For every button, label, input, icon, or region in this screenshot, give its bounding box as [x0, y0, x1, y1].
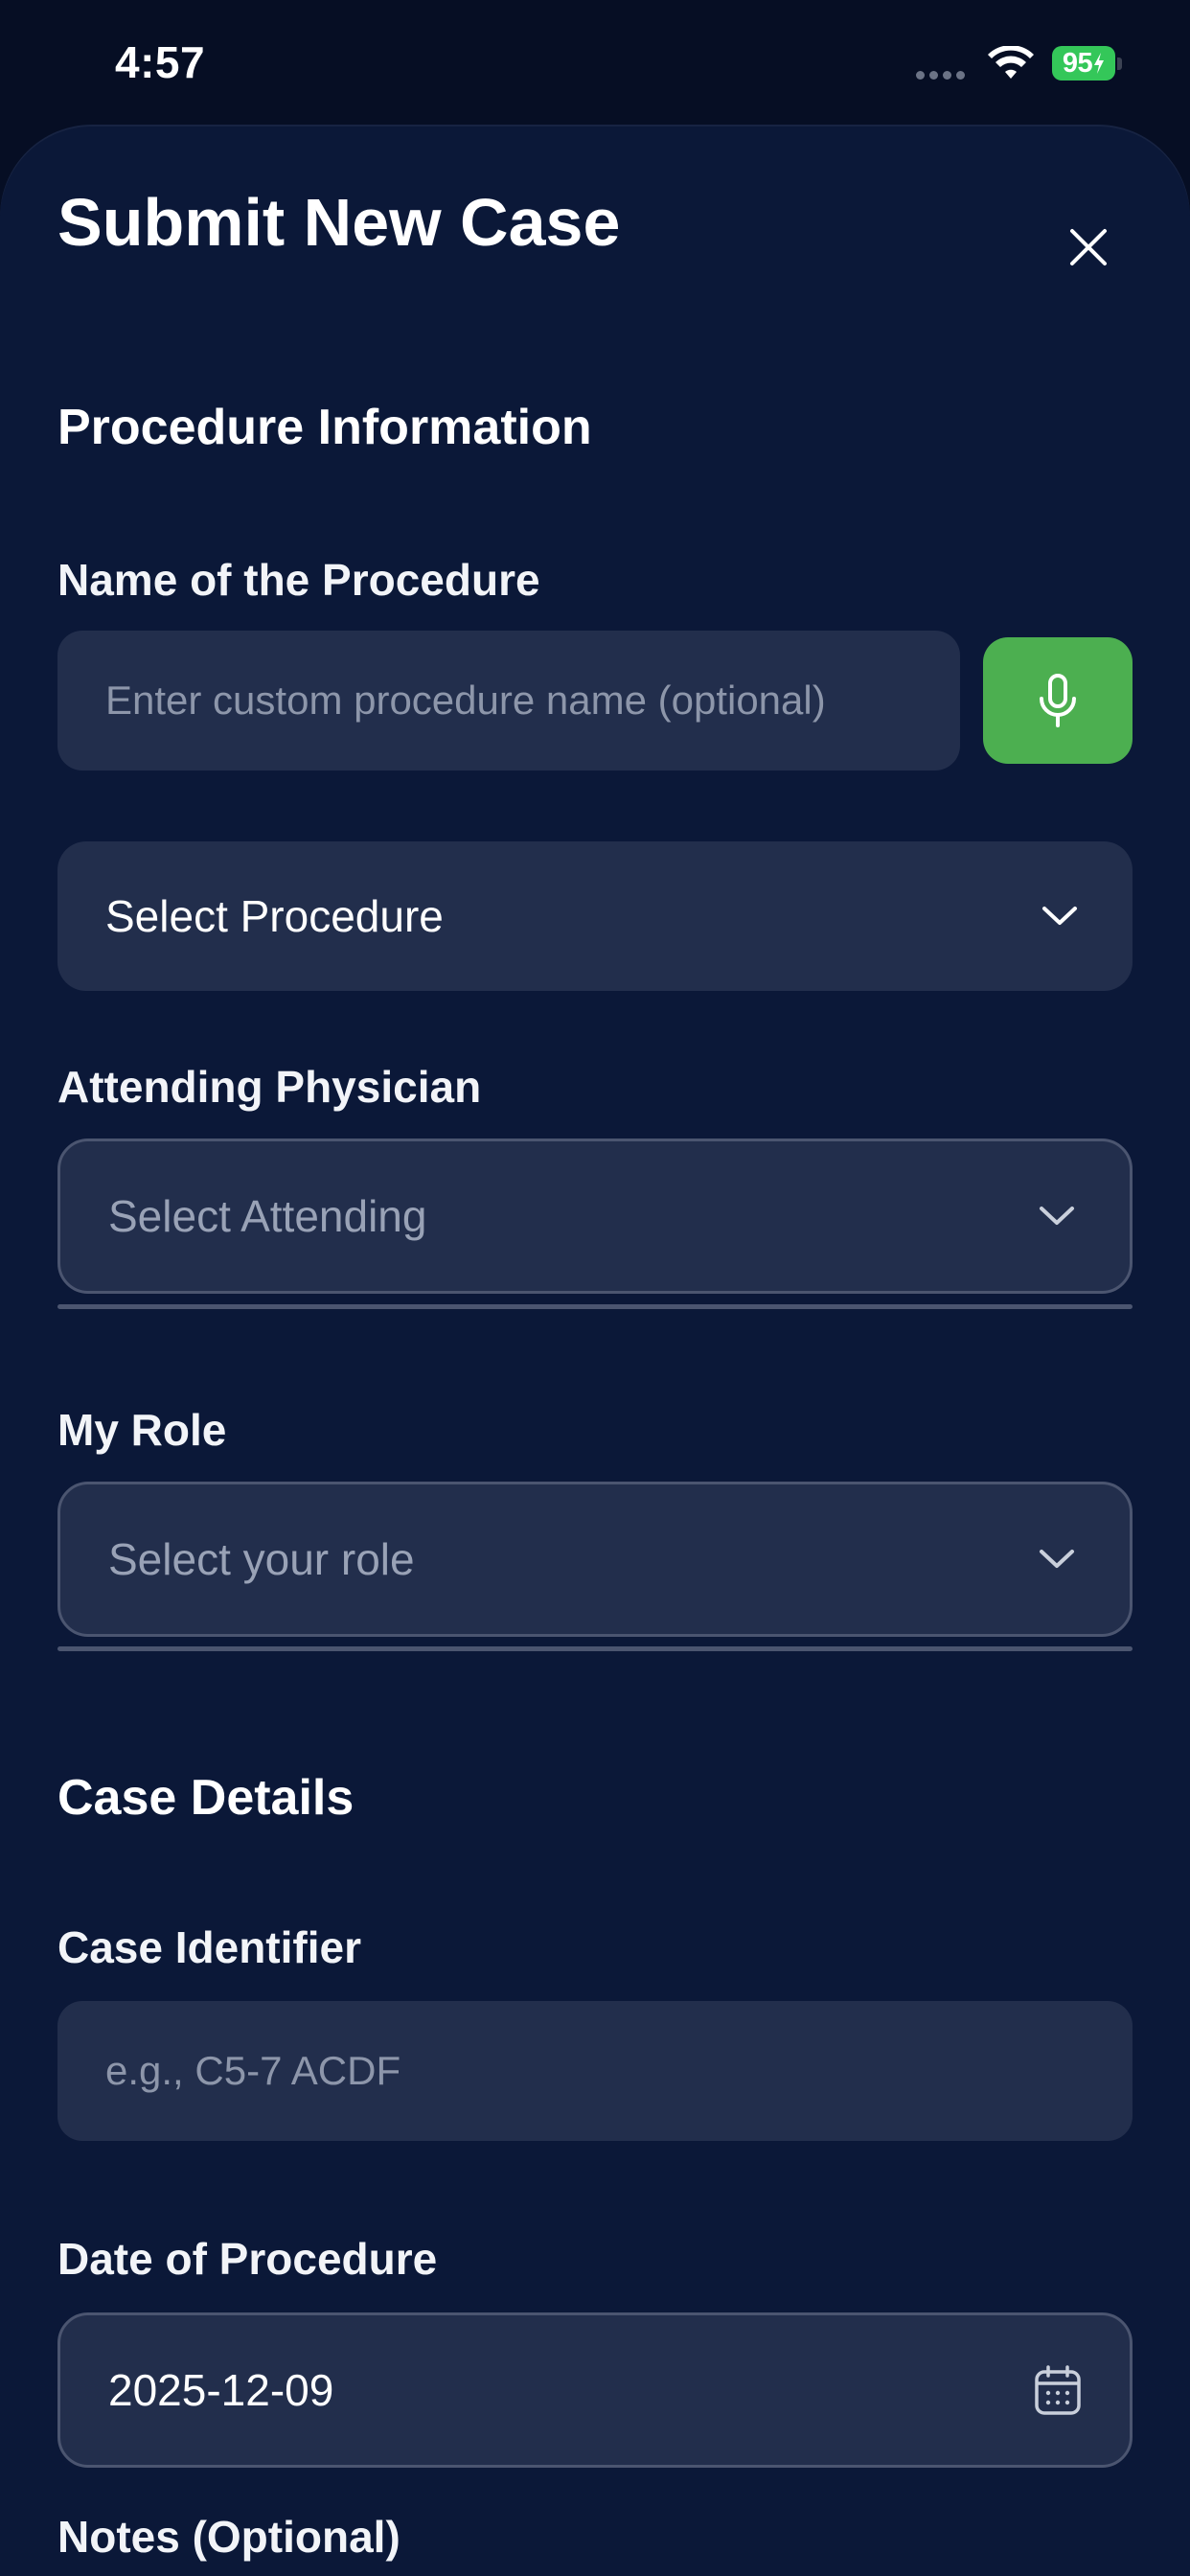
role-select[interactable]: Select your role	[57, 1482, 1133, 1637]
date-of-procedure-value: 2025-12-09	[108, 2365, 334, 2415]
status-bar: 4:57 95	[0, 0, 1190, 125]
date-of-procedure-field[interactable]: 2025-12-09	[57, 2312, 1133, 2468]
procedure-select-value: Select Procedure	[105, 891, 444, 941]
attending-select[interactable]: Select Attending	[57, 1138, 1133, 1294]
notes-label: Notes (Optional)	[57, 2512, 400, 2562]
microphone-icon	[1040, 674, 1076, 727]
role-divider	[57, 1646, 1133, 1651]
cellular-signal-icon	[916, 71, 965, 80]
procedure-select[interactable]: Select Procedure	[57, 841, 1133, 991]
battery-level: 95	[1062, 47, 1093, 79]
attending-physician-label: Attending Physician	[57, 1062, 482, 1112]
chevron-down-icon	[1041, 905, 1079, 928]
procedure-name-input[interactable]	[103, 677, 960, 724]
submit-case-sheet: Submit New Case Procedure Information Na…	[0, 125, 1190, 2576]
my-role-label: My Role	[57, 1405, 227, 1455]
status-time: 4:57	[115, 37, 206, 87]
battery-indicator: 95	[1052, 46, 1115, 80]
procedure-name-field[interactable]	[57, 631, 960, 770]
calendar-icon[interactable]	[1034, 2364, 1082, 2416]
case-identifier-label: Case Identifier	[57, 1922, 361, 1972]
screen: 4:57 95 Submit New Case Procedure Inform…	[0, 0, 1190, 2576]
battery-nub	[1117, 58, 1122, 70]
case-identifier-field[interactable]	[57, 2001, 1133, 2141]
sheet-title: Submit New Case	[57, 185, 621, 260]
wifi-icon	[988, 46, 1034, 79]
close-icon	[1070, 229, 1107, 265]
date-of-procedure-label: Date of Procedure	[57, 2234, 438, 2284]
chevron-down-icon	[1038, 1548, 1076, 1571]
close-button[interactable]	[1060, 218, 1117, 276]
voice-input-button[interactable]	[983, 637, 1133, 764]
attending-select-placeholder: Select Attending	[108, 1191, 427, 1241]
charging-bolt-icon	[1094, 53, 1105, 74]
attending-divider	[57, 1304, 1133, 1309]
case-identifier-input[interactable]	[103, 2047, 1133, 2095]
role-select-placeholder: Select your role	[108, 1534, 415, 1584]
chevron-down-icon	[1038, 1205, 1076, 1228]
procedure-name-label: Name of the Procedure	[57, 555, 540, 605]
procedure-information-heading: Procedure Information	[57, 400, 592, 455]
case-details-heading: Case Details	[57, 1770, 355, 1826]
